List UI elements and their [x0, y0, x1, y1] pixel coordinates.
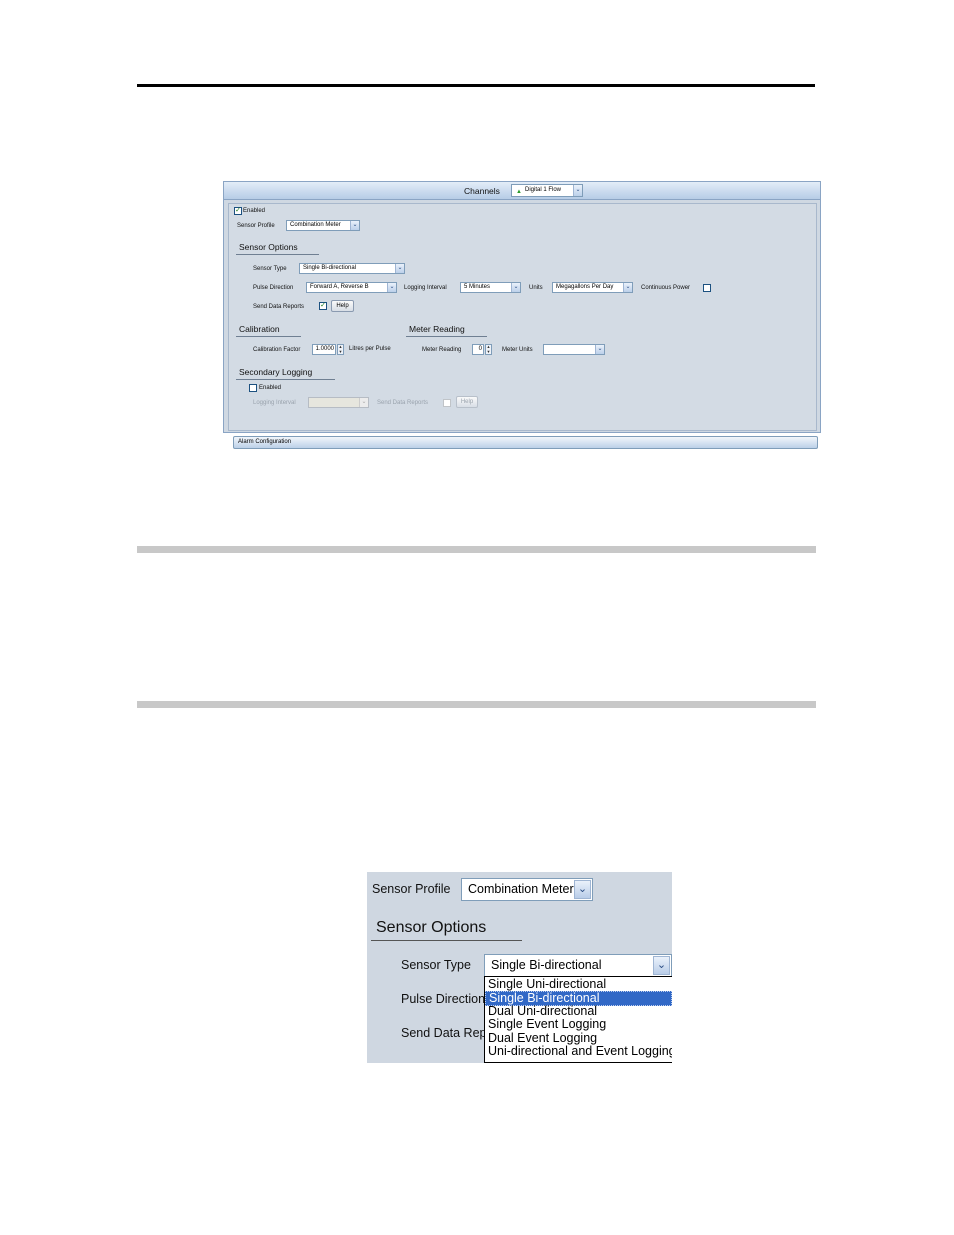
enabled-checkbox[interactable]: ✓	[234, 207, 242, 215]
sensor-type-value: Single Bi-directional	[491, 958, 602, 972]
channel-config-screenshot: Channels ▲ Digital 1 Flow ⌄ ✓ Enabled Se…	[223, 181, 821, 449]
units-select[interactable]: Megagallons Per Day ⌄	[552, 282, 633, 293]
alarm-configuration-bar[interactable]: Alarm Configuration	[233, 436, 818, 449]
secondary-help-button[interactable]: Help	[456, 396, 478, 408]
chevron-down-icon[interactable]: ⌄	[623, 283, 632, 292]
send-data-reports-checkbox[interactable]: ✓	[319, 302, 327, 310]
sensor-profile-label: Sensor Profile	[237, 223, 275, 229]
sensor-type-select[interactable]: Single Bi-directional ⌄	[299, 263, 405, 274]
sensor-options-underline	[236, 254, 319, 255]
secondary-logging-underline	[236, 379, 335, 380]
sensor-type-dropdown-list: Single Uni-directional Single Bi-directi…	[484, 976, 672, 1063]
secondary-enabled-checkbox[interactable]	[249, 384, 257, 392]
sensor-type-value: Single Bi-directional	[303, 265, 357, 271]
send-data-reports-label: Send Data Reports	[253, 304, 305, 310]
meter-reading-title: Meter Reading	[409, 324, 465, 334]
calibration-units-label: Litres per Pulse	[349, 346, 391, 352]
top-rule	[137, 84, 815, 87]
checkmark-icon: ✓	[235, 207, 241, 214]
pulse-direction-label: Pulse Direction	[253, 285, 294, 291]
secondary-enabled-label: Enabled	[259, 385, 282, 391]
sensor-profile-label: Sensor Profile	[372, 882, 451, 896]
dropdown-option[interactable]: Single Uni-directional	[488, 978, 606, 991]
secondary-send-data-reports-checkbox[interactable]	[443, 399, 451, 407]
spin-down-icon[interactable]: ▼	[487, 349, 491, 354]
units-value: Megagallons Per Day	[556, 284, 614, 290]
spin-down-icon[interactable]: ▼	[339, 349, 343, 354]
checkmark-icon: ✓	[320, 302, 326, 309]
sensor-profile-value: Combination Meter	[290, 222, 341, 228]
sensor-type-label: Sensor Type	[401, 958, 471, 972]
config-panel: ✓ Enabled Sensor Profile Combination Met…	[228, 203, 818, 449]
section-divider-2	[137, 701, 816, 708]
channels-label: Channels	[464, 186, 500, 196]
sensor-options-underline	[371, 940, 522, 941]
meter-units-label: Meter Units	[502, 347, 533, 353]
meter-units-select[interactable]: ⌄	[543, 344, 605, 355]
chevron-down-icon[interactable]: ⌄	[573, 185, 582, 196]
enabled-label: Enabled	[243, 208, 266, 214]
calibration-factor-label: Calibration Factor	[253, 347, 301, 353]
chevron-down-icon[interactable]: ⌄	[595, 345, 604, 354]
meter-reading-spinner[interactable]: ▲ ▼	[485, 344, 492, 355]
meter-reading-underline	[406, 336, 487, 337]
units-label: Units	[529, 285, 543, 291]
dropdown-option[interactable]: Uni-directional and Event Logging	[488, 1045, 672, 1058]
chevron-down-icon[interactable]: ⌄	[511, 283, 520, 292]
channels-header: Channels ▲ Digital 1 Flow ⌄	[224, 182, 820, 200]
send-data-reports-label: Send Data Rep	[401, 1026, 487, 1040]
sensor-type-dropdown-screenshot: Sensor Profile Combination Meter ⌄ Senso…	[367, 872, 672, 1063]
chevron-down-icon[interactable]: ⌄	[359, 398, 368, 407]
meter-reading-input[interactable]: 0	[472, 344, 484, 355]
chevron-down-icon[interactable]: ⌄	[387, 283, 396, 292]
chevron-down-icon[interactable]: ⌄	[350, 221, 359, 230]
logging-interval-label: Logging Interval	[404, 285, 447, 291]
secondary-logging-interval-select[interactable]: ⌄	[308, 397, 369, 408]
sensor-profile-select[interactable]: Combination Meter ⌄	[286, 220, 360, 231]
chevron-down-icon[interactable]: ⌄	[574, 880, 591, 899]
channel-select[interactable]: ▲ Digital 1 Flow ⌄	[511, 184, 583, 197]
logging-interval-value: 5 Minutes	[464, 284, 491, 290]
green-triangle-icon: ▲	[516, 189, 522, 195]
sensor-options-title: Sensor Options	[376, 919, 487, 936]
sensor-profile-value: Combination Meter	[468, 882, 574, 896]
section-divider-1	[137, 546, 816, 553]
sensor-type-label: Sensor Type	[253, 266, 287, 272]
chevron-down-icon[interactable]: ⌄	[395, 264, 404, 273]
secondary-logging-interval-label: Logging Interval	[253, 400, 296, 406]
dropdown-option[interactable]: Single Event Logging	[488, 1018, 606, 1031]
calibration-factor-input[interactable]: 1.0000	[312, 344, 336, 355]
sensor-type-select[interactable]: Single Bi-directional ⌄	[484, 954, 672, 977]
pulse-direction-value: Forward A, Reverse B	[310, 284, 369, 290]
chevron-down-icon[interactable]: ⌄	[653, 956, 670, 975]
sensor-profile-select[interactable]: Combination Meter ⌄	[461, 878, 593, 901]
calibration-underline	[236, 336, 301, 337]
channel-select-value: Digital 1 Flow	[525, 187, 562, 193]
continuous-power-checkbox[interactable]	[703, 284, 711, 292]
continuous-power-label: Continuous Power	[641, 285, 691, 291]
sensor-options-title: Sensor Options	[239, 242, 298, 252]
logging-interval-select[interactable]: 5 Minutes ⌄	[460, 282, 521, 293]
calibration-title: Calibration	[239, 324, 280, 334]
pulse-direction-label: Pulse Direction	[401, 992, 486, 1006]
calibration-factor-spinner[interactable]: ▲ ▼	[337, 344, 344, 355]
meter-reading-label: Meter Reading	[422, 347, 462, 353]
secondary-send-data-reports-label: Send Data Reports	[377, 400, 429, 406]
help-button[interactable]: Help	[331, 300, 354, 312]
secondary-logging-title: Secondary Logging	[239, 367, 313, 377]
pulse-direction-select[interactable]: Forward A, Reverse B ⌄	[306, 282, 397, 293]
